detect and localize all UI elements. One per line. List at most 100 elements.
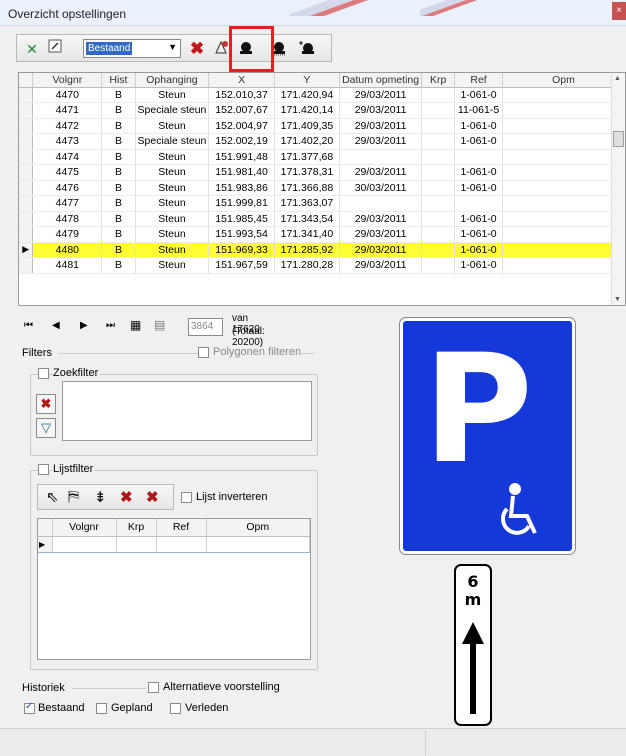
row-indicator[interactable] bbox=[19, 211, 34, 227]
row-indicator[interactable] bbox=[19, 102, 34, 119]
column-header[interactable]: Krp bbox=[116, 519, 157, 537]
table-cell[interactable]: 1-061-0 bbox=[454, 242, 503, 258]
table-cell[interactable]: B bbox=[101, 226, 136, 243]
table-cell[interactable]: 171.377,68 bbox=[274, 149, 341, 165]
table-cell[interactable]: 29/03/2011 bbox=[339, 133, 423, 150]
table-cell[interactable] bbox=[454, 149, 503, 165]
table-cell[interactable] bbox=[502, 133, 625, 150]
table-cell[interactable]: 1-061-0 bbox=[454, 180, 503, 196]
list-cell[interactable] bbox=[206, 536, 310, 553]
search-filter-checkbox[interactable] bbox=[38, 368, 49, 379]
table-cell[interactable]: 1-061-0 bbox=[454, 226, 503, 243]
row-indicator[interactable] bbox=[19, 133, 34, 150]
table-cell[interactable]: 4479 bbox=[32, 226, 103, 243]
table-cell[interactable]: 171.343,54 bbox=[274, 211, 341, 227]
table-cell[interactable]: 4480 bbox=[32, 242, 103, 258]
remove-all-icon[interactable]: ✖ bbox=[146, 488, 159, 506]
table-cell[interactable] bbox=[421, 102, 456, 119]
column-header[interactable]: Ref bbox=[156, 519, 207, 537]
table-cell[interactable]: B bbox=[101, 149, 136, 165]
alternative-view-checkbox[interactable] bbox=[148, 682, 159, 693]
table-cell[interactable]: 1-061-0 bbox=[454, 133, 503, 150]
table-cell[interactable]: 151.993,54 bbox=[208, 226, 275, 243]
records-grid[interactable]: Volgnr Hist Ophanging X Y Datum opmeting… bbox=[18, 72, 626, 306]
scroll-up-icon[interactable]: ▲ bbox=[614, 75, 621, 82]
sign-pole-up-icon[interactable] bbox=[297, 39, 317, 59]
table-cell[interactable]: 171.420,14 bbox=[274, 102, 341, 119]
column-header[interactable]: Ophanging bbox=[135, 73, 210, 88]
list-add-icon[interactable]: ⇟ bbox=[94, 488, 107, 506]
column-header[interactable]: Opm bbox=[206, 519, 310, 537]
grid-view-icon[interactable]: ▦ bbox=[130, 318, 141, 332]
select-area-icon[interactable]: ⛿ bbox=[68, 488, 79, 505]
table-row[interactable]: 4478 B Steun 151.985,45 171.343,54 29/03/2011… bbox=[19, 211, 625, 227]
table-cell[interactable]: 171.420,94 bbox=[274, 87, 341, 103]
table-cell[interactable]: 4478 bbox=[32, 211, 103, 227]
table-row[interactable]: 4472 B Steun 152.004,97 171.409,35 29/03/2011… bbox=[19, 118, 625, 134]
table-cell[interactable] bbox=[421, 242, 456, 258]
edit-icon[interactable] bbox=[45, 39, 65, 59]
list-cell[interactable] bbox=[116, 536, 157, 553]
table-row[interactable]: 4479 B Steun 151.993,54 171.341,40 29/03/2011… bbox=[19, 226, 625, 243]
table-cell[interactable] bbox=[421, 211, 456, 227]
table-cell[interactable]: 152.007,67 bbox=[208, 102, 275, 119]
scroll-down-icon[interactable]: ▼ bbox=[614, 296, 621, 303]
column-header[interactable]: X bbox=[208, 73, 275, 88]
column-header[interactable]: Hist bbox=[101, 73, 136, 88]
table-cell[interactable]: 1-061-0 bbox=[454, 87, 503, 103]
current-row-icon[interactable]: ▶ bbox=[19, 242, 34, 258]
row-indicator[interactable] bbox=[19, 164, 34, 181]
table-cell[interactable]: 1-061-0 bbox=[454, 164, 503, 181]
table-row[interactable]: 4474 B Steun 151.991,48 171.377,68 bbox=[19, 149, 625, 165]
table-cell[interactable]: 4474 bbox=[32, 149, 103, 165]
table-cell[interactable]: 171.402,20 bbox=[274, 133, 341, 150]
table-cell[interactable]: 171.409,35 bbox=[274, 118, 341, 134]
table-cell[interactable]: B bbox=[101, 118, 136, 134]
list-filter-grid[interactable]: Volgnr Krp Ref Opm ▶ bbox=[37, 518, 311, 660]
table-cell[interactable] bbox=[502, 118, 625, 134]
table-cell[interactable] bbox=[421, 257, 456, 274]
past-checkbox[interactable] bbox=[170, 703, 181, 714]
column-header[interactable]: Datum opmeting bbox=[339, 73, 423, 88]
table-cell[interactable]: B bbox=[101, 87, 136, 103]
table-cell[interactable]: 151.981,40 bbox=[208, 164, 275, 181]
table-cell[interactable]: Speciale steun bbox=[135, 102, 210, 119]
row-indicator[interactable] bbox=[19, 87, 34, 103]
table-cell[interactable]: B bbox=[101, 102, 136, 119]
table-cell[interactable] bbox=[502, 102, 625, 119]
table-cell[interactable]: 29/03/2011 bbox=[339, 164, 423, 181]
table-cell[interactable]: Steun bbox=[135, 149, 210, 165]
table-cell[interactable] bbox=[421, 149, 456, 165]
table-row[interactable]: 4475 B Steun 151.981,40 171.378,31 29/03/2011… bbox=[19, 164, 625, 181]
table-cell[interactable]: 1-061-0 bbox=[454, 211, 503, 227]
row-indicator[interactable] bbox=[19, 195, 34, 212]
table-row[interactable]: 4477 B Steun 151.999,81 171.363,07 bbox=[19, 195, 625, 212]
list-filter-checkbox[interactable] bbox=[38, 464, 49, 475]
table-cell[interactable]: 29/03/2011 bbox=[339, 118, 423, 134]
keyboard-icon[interactable]: ▤ bbox=[154, 318, 165, 332]
row-indicator[interactable] bbox=[19, 226, 34, 243]
close-button[interactable]: × bbox=[612, 2, 626, 20]
table-cell[interactable] bbox=[421, 133, 456, 150]
previous-record-icon[interactable]: ◀ bbox=[52, 320, 60, 331]
table-cell[interactable]: Steun bbox=[135, 226, 210, 243]
search-filter-input[interactable] bbox=[62, 381, 312, 441]
last-record-icon[interactable]: ⏭ bbox=[106, 320, 115, 331]
table-cell[interactable]: B bbox=[101, 164, 136, 181]
table-cell[interactable]: 1-061-0 bbox=[454, 257, 503, 274]
table-cell[interactable]: 29/03/2011 bbox=[339, 242, 423, 258]
table-cell[interactable]: 1-061-0 bbox=[454, 118, 503, 134]
table-cell[interactable]: 4475 bbox=[32, 164, 103, 181]
table-cell[interactable]: Steun bbox=[135, 195, 210, 212]
row-indicator[interactable] bbox=[19, 149, 34, 165]
table-cell[interactable] bbox=[502, 149, 625, 165]
table-cell[interactable]: 151.999,81 bbox=[208, 195, 275, 212]
chevron-down-icon[interactable]: ▼ bbox=[168, 42, 177, 52]
table-cell[interactable]: B bbox=[101, 211, 136, 227]
table-cell[interactable]: 152.010,37 bbox=[208, 87, 275, 103]
table-cell[interactable]: 151.969,33 bbox=[208, 242, 275, 258]
column-header[interactable]: Volgnr bbox=[52, 519, 117, 537]
table-cell[interactable]: 171.363,07 bbox=[274, 195, 341, 212]
table-cell[interactable]: 4473 bbox=[32, 133, 103, 150]
row-indicator[interactable] bbox=[19, 180, 34, 196]
